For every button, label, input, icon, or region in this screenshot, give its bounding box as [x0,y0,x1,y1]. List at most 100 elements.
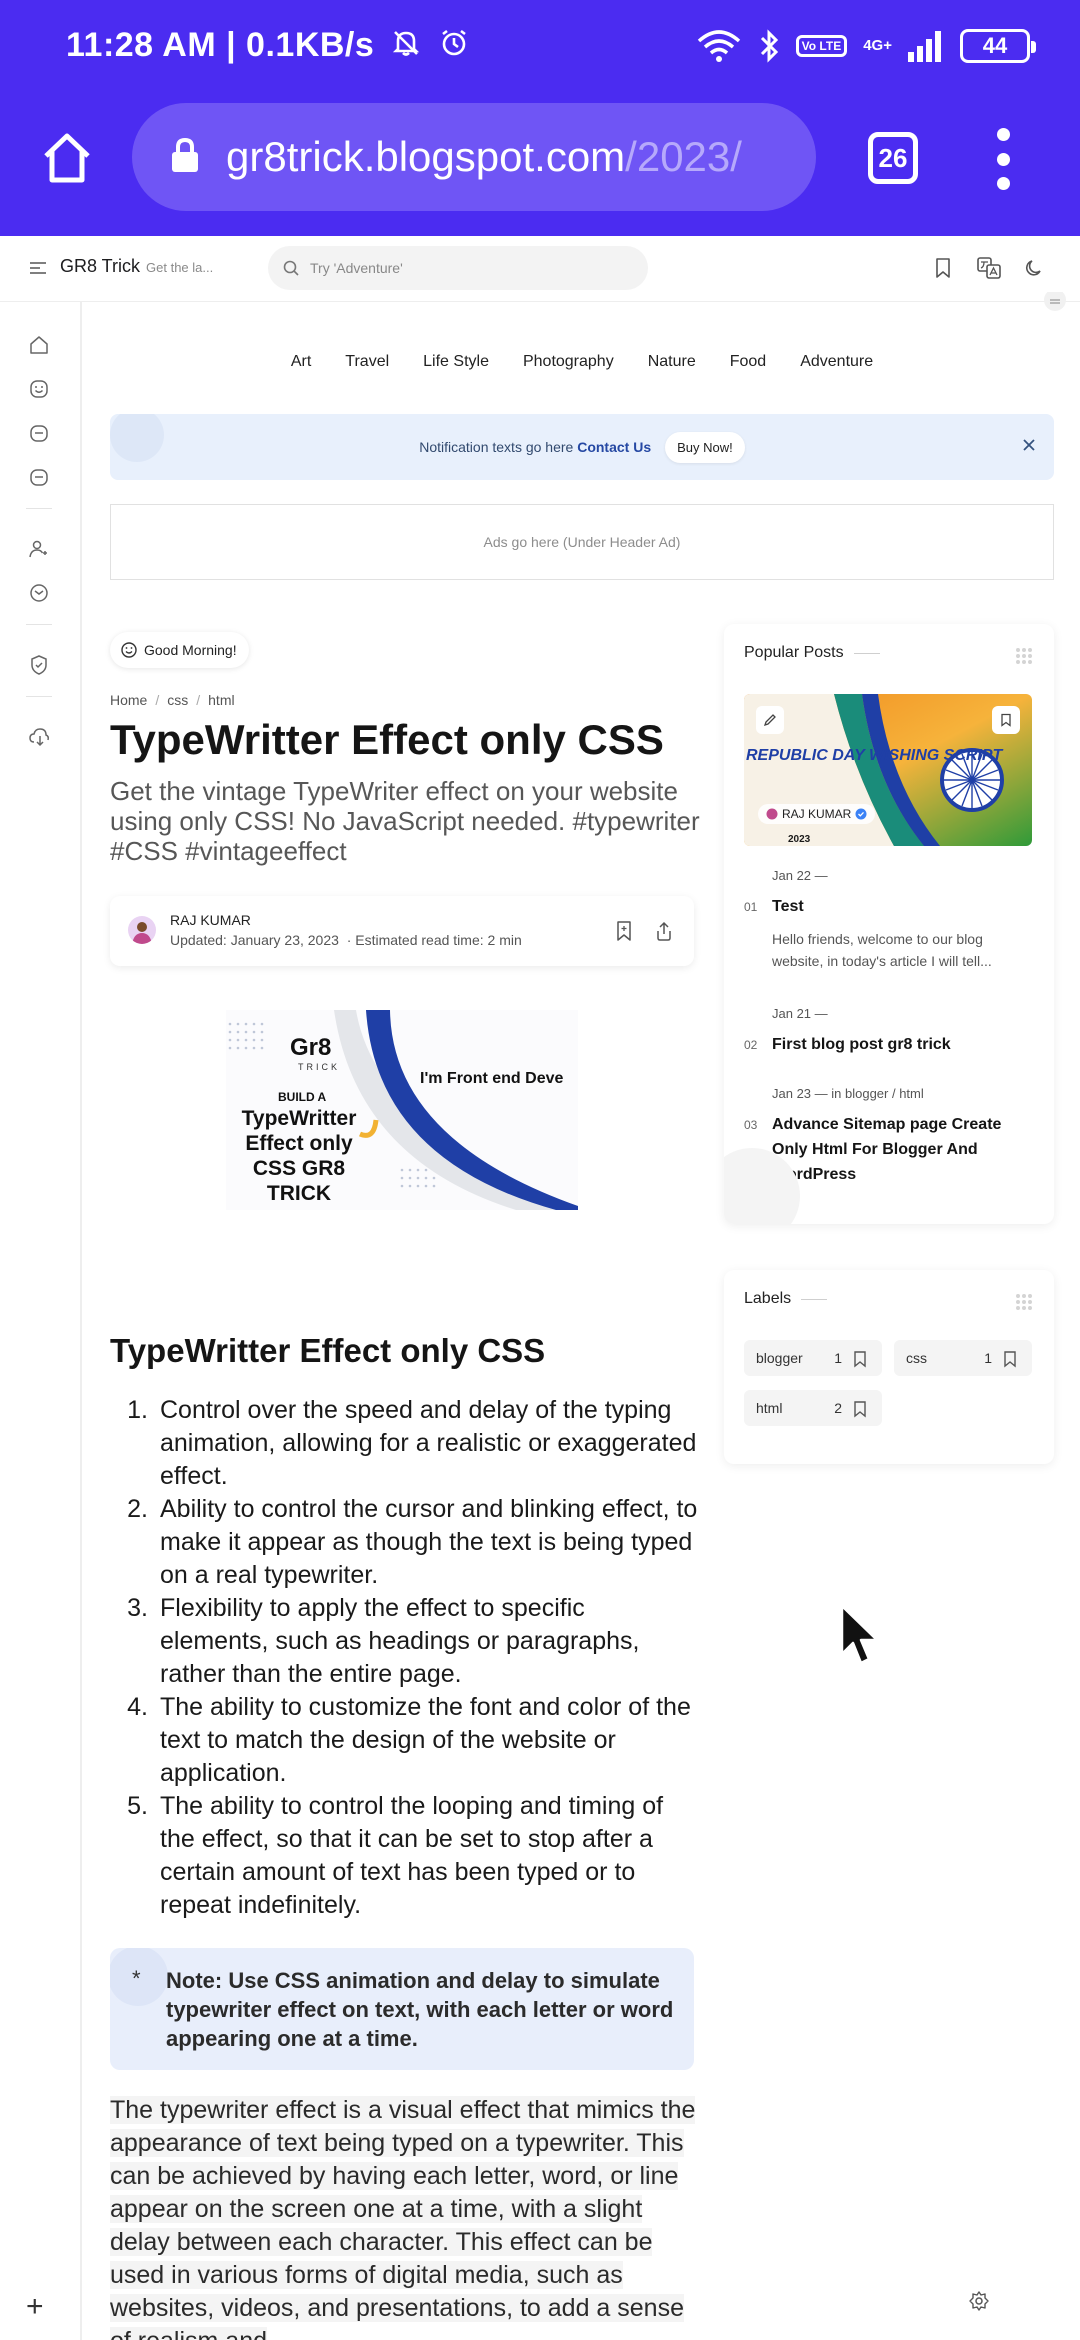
mute-bell-icon [390,27,422,68]
nav-item-nature[interactable]: Nature [631,353,713,371]
home-icon[interactable] [28,334,50,356]
post-title-link[interactable]: Advance Sitemap page Create Only Html Fo… [772,1112,1034,1187]
post-title-link[interactable]: Test [772,894,1034,919]
site-logo[interactable]: GR8 Trick Get the la... [60,256,213,277]
contact-us-link[interactable]: Contact Us [577,439,651,455]
post-date: Jan 22 — [772,868,828,883]
label-name: css [906,1350,927,1366]
note-callout: * Note: Use CSS animation and delay to s… [110,1948,694,2070]
post-rank: 02 [744,1038,758,1052]
thumbnail-headline: TypeWritter Effect only CSS GR8 TRICK [241,1107,357,1205]
edit-icon[interactable] [756,706,784,734]
svg-text:REPUBLIC DAY WISHING SCRIPT: REPUBLIC DAY WISHING SCRIPT [746,747,1004,764]
list-item[interactable]: Jan 22 — 01 Test Hello friends, welcome … [744,868,1034,988]
dark-mode-icon[interactable] [1024,257,1046,284]
home-icon[interactable] [38,128,96,186]
lock-icon [170,137,200,178]
label-chip-blogger[interactable]: blogger 1 [744,1340,882,1376]
updated-date: Updated: January 23, 2023 [170,932,339,948]
list-item: 5. The ability to control the looping and… [127,1792,664,1919]
nav-item-adventure[interactable]: Adventure [783,353,890,371]
translate-icon[interactable] [976,256,1002,285]
label-count: 1 [834,1350,842,1366]
smile-icon[interactable] [28,378,50,400]
nav-item-art[interactable]: Art [274,353,328,371]
nav-item-food[interactable]: Food [713,353,783,371]
note-text: Note: Use CSS animation and delay to sim… [166,1968,674,2051]
list-item: 3. Flexibility to apply the effect to spe… [127,1594,640,1688]
breadcrumb-home[interactable]: Home [110,692,147,708]
author-card: RAJ KUMAR Updated: January 23, 2023 · Es… [110,896,694,966]
drag-handle-icon[interactable] [1014,646,1034,671]
folder-icon[interactable] [28,422,50,444]
category-nav: Art Travel Life Style Photography Nature… [110,338,1054,386]
search-input[interactable] [310,260,610,276]
alarm-icon [438,27,470,68]
search-bar[interactable] [268,246,648,290]
post-thumbnail[interactable]: Gr8 TRICK BUILD A TypeWritter Effect onl… [226,1010,578,1210]
nav-item-photography[interactable]: Photography [506,353,631,371]
post-description: Get the vintage TypeWriter effect on you… [110,776,700,866]
thumbnail-brand: Gr8 [290,1034,332,1061]
left-sidebar: + [0,302,82,2340]
breadcrumb-css[interactable]: css [167,692,188,708]
sidebar-toggle-icon[interactable] [1040,289,1070,318]
list-item: 4. The ability to customize the font and … [127,1693,691,1787]
bookmark-icon[interactable] [932,256,954,285]
tab-switcher-button[interactable]: 26 [868,132,918,184]
greeting-text: Good Morning! [144,642,237,658]
post-date: Jan 23 — in blogger / html [772,1086,924,1101]
smile-icon [121,642,137,658]
breadcrumb-html[interactable]: html [208,692,234,708]
bookmark-icon[interactable] [614,920,634,947]
notification-text: Notification texts go here [419,439,574,455]
cloud-download-icon[interactable] [28,726,50,748]
mail-icon[interactable] [28,582,50,604]
svg-text:2023: 2023 [788,834,811,845]
url-host: gr8trick.blogspot.com [226,133,626,180]
note-asterisk: * [132,1966,141,1991]
featured-post-image[interactable]: REPUBLIC DAY WISHING SCRIPT 2023 RAJ KUM… [744,694,1032,846]
label-count: 1 [984,1350,992,1366]
list-item: 1. Control over the speed and delay of th… [127,1396,697,1490]
settings-icon[interactable] [968,2290,990,2317]
nav-item-life-style[interactable]: Life Style [406,353,506,371]
menu-icon[interactable] [28,258,48,283]
bookmark-icon [1004,1351,1016,1368]
site-tagline: Get the la... [146,260,214,275]
rail-divider [26,508,52,509]
address-bar[interactable]: gr8trick.blogspot.com/2023/ [132,103,816,211]
list-item: 2. Ability to control the cursor and blin… [127,1495,698,1589]
drag-handle-icon[interactable] [1014,1292,1034,1317]
author-name[interactable]: RAJ KUMAR [170,912,251,928]
featured-author: RAJ KUMAR [782,807,852,821]
featured-author-badge: RAJ KUMAR [758,804,876,824]
close-icon[interactable] [1020,436,1038,459]
nav-item-travel[interactable]: Travel [328,353,406,371]
folder-icon[interactable] [28,466,50,488]
greeting-badge: Good Morning! [110,632,249,668]
cursor-icon [840,1604,882,1673]
bookmark-icon [854,1401,866,1418]
more-vert-icon[interactable] [990,128,1016,190]
add-icon[interactable]: + [26,2292,44,2322]
site-title: GR8 Trick [60,256,141,276]
share-icon[interactable] [654,920,674,947]
battery-indicator: 44 [960,29,1036,63]
body-paragraph: The typewriter effect is a visual effect… [110,2096,696,2340]
shield-icon[interactable] [28,654,50,676]
bookmark-icon[interactable] [992,706,1020,734]
label-chip-css[interactable]: css 1 [894,1340,1032,1376]
verified-icon [855,808,867,820]
list-item[interactable]: Jan 21 — 02 First blog post gr8 trick [744,1006,1034,1066]
avatar[interactable] [128,916,156,944]
label-chip-html[interactable]: html 2 [744,1390,882,1426]
widget-title: Labels [744,1290,792,1307]
feature-list: 1. Control over the speed and delay of th… [120,1394,700,1922]
breadcrumb: Home / css / html [110,692,235,708]
post-title-link[interactable]: First blog post gr8 trick [772,1032,1034,1057]
users-icon[interactable] [28,538,50,560]
notification-bar: Notification texts go here Contact Us Bu… [110,414,1054,480]
wifi-icon [696,29,742,63]
buy-now-button[interactable]: Buy Now! [665,431,745,463]
